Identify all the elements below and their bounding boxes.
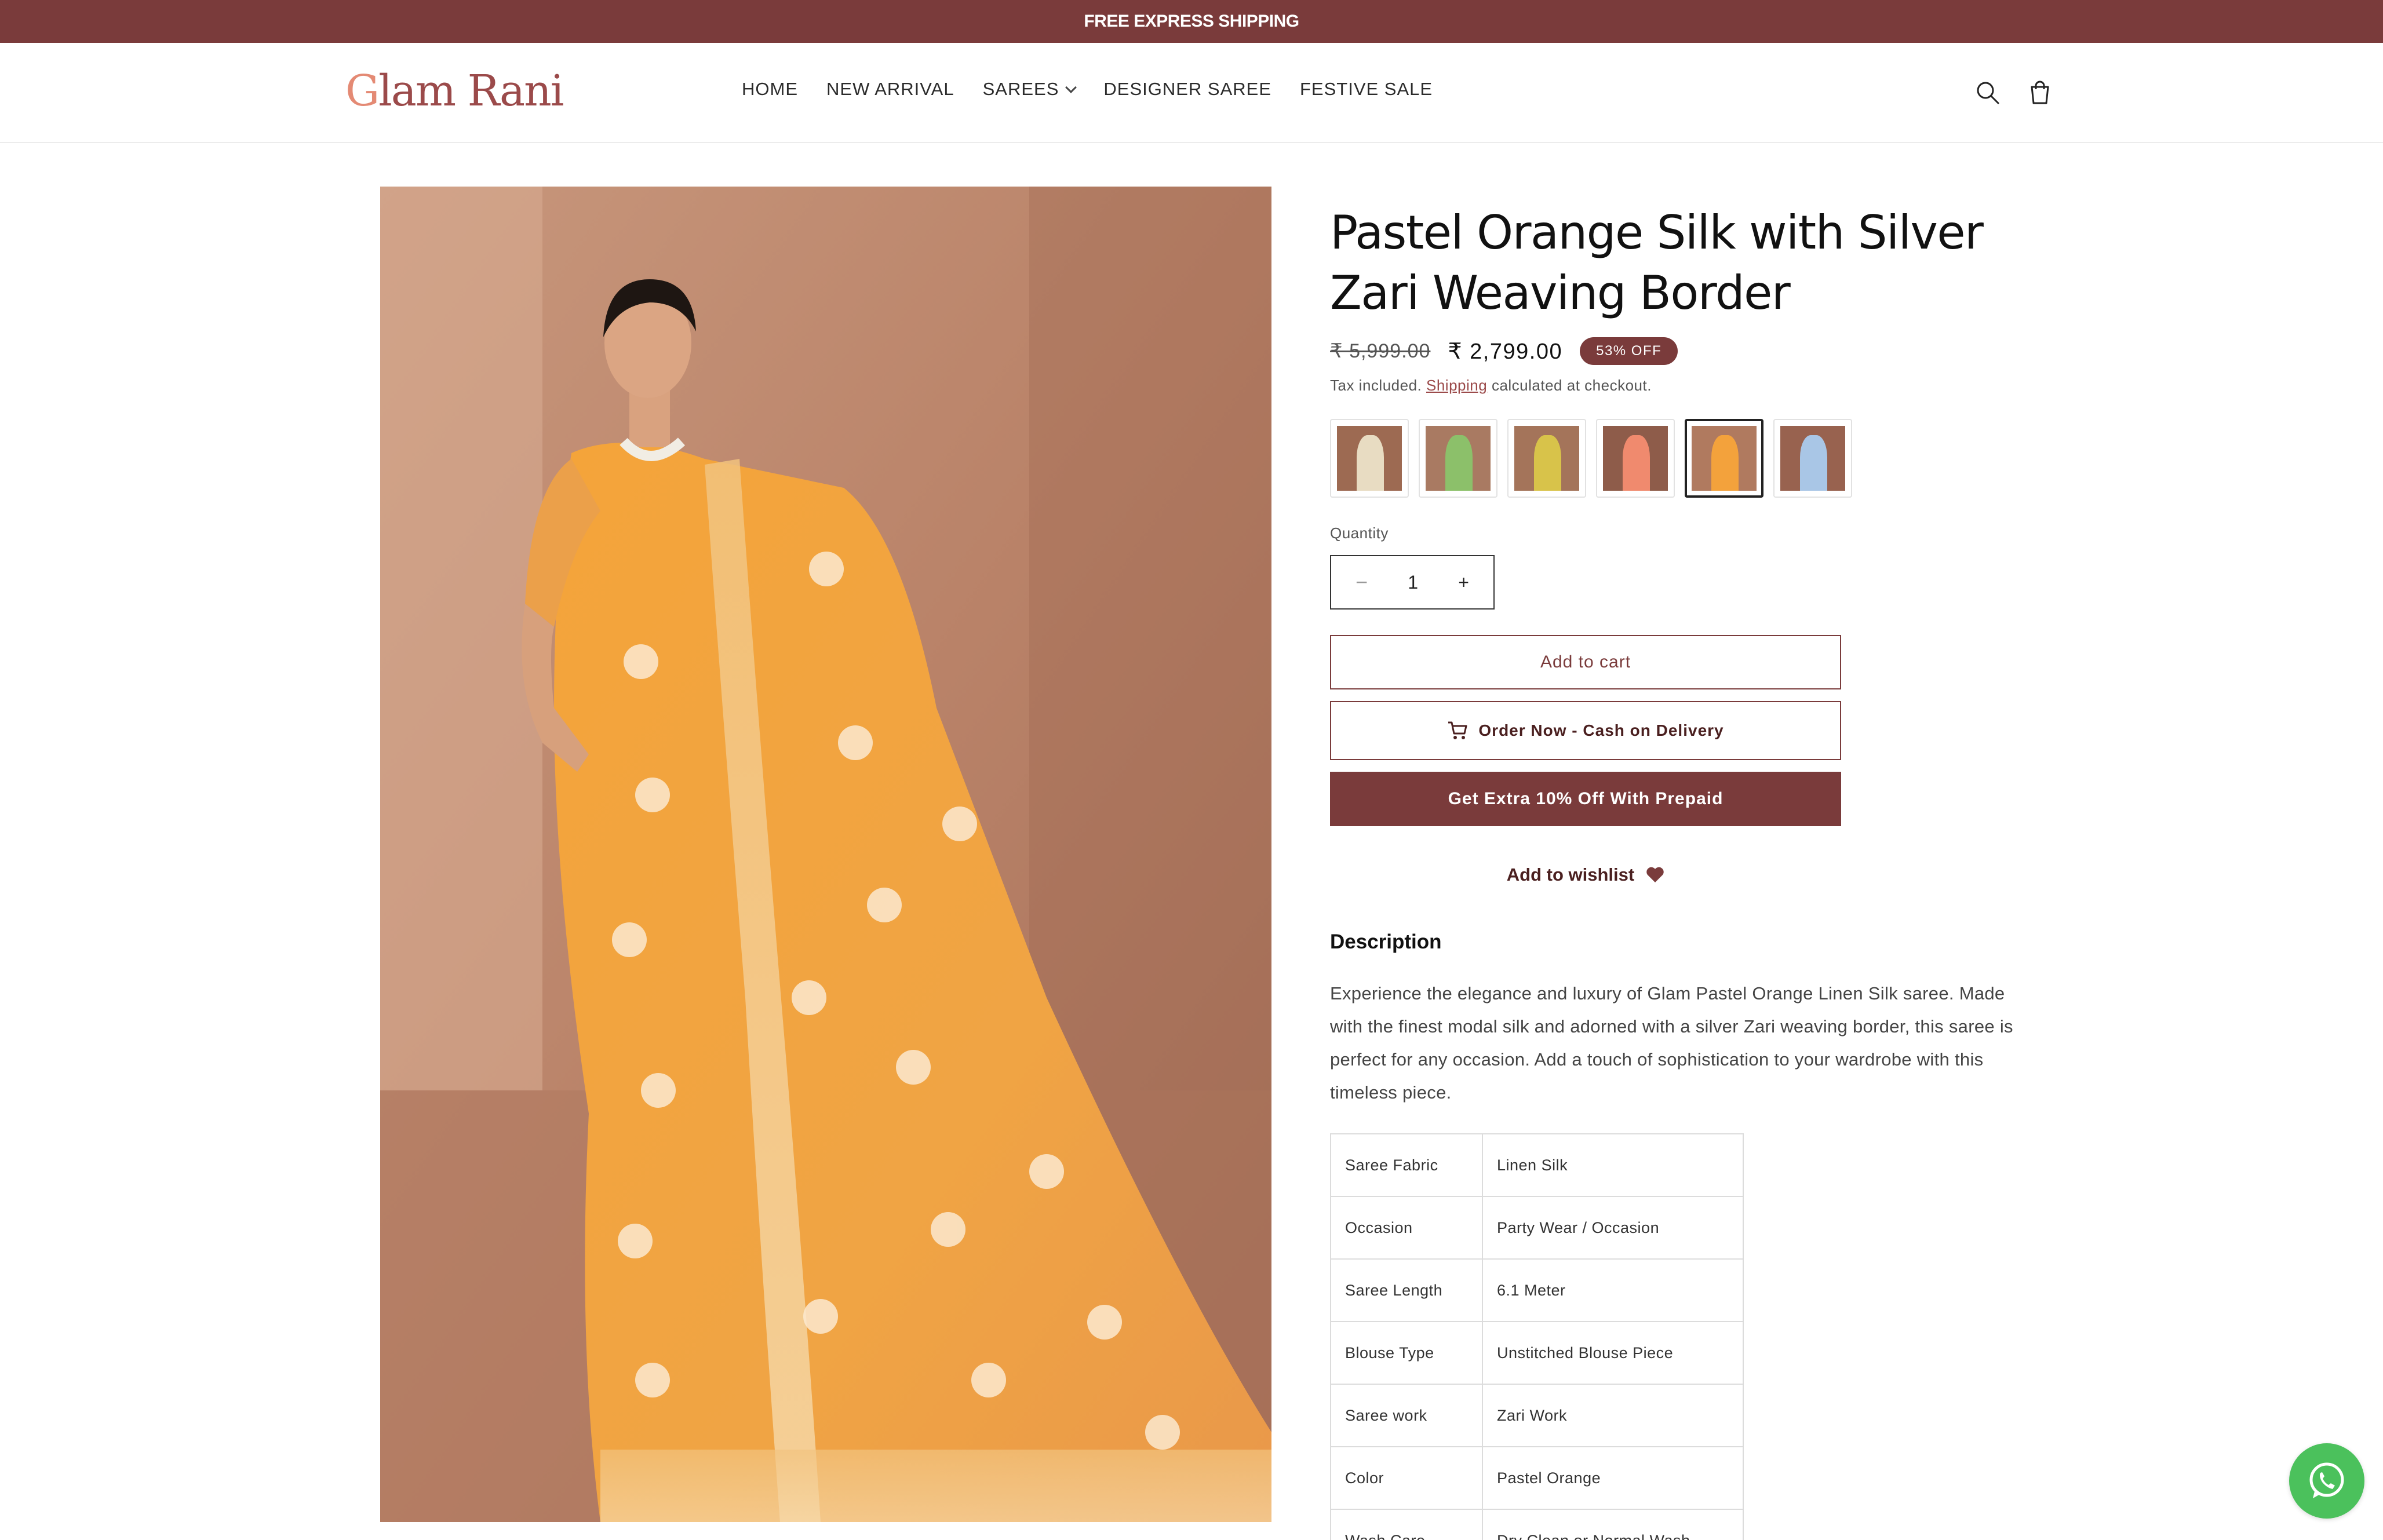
product-info: Pastel Orange Silk with Silver Zari Weav…: [1330, 187, 2025, 1540]
price-sale: ₹ 2,799.00: [1448, 339, 1563, 364]
nav-item-sarees-label: SAREES: [982, 79, 1059, 99]
spec-key: Wash Care: [1330, 1509, 1483, 1540]
nav-item-new-arrival[interactable]: NEW ARRIVAL: [826, 79, 954, 100]
nav-item-home[interactable]: HOME: [742, 79, 798, 100]
announcement-bar: FREE EXPRESS SHIPPING: [0, 0, 2383, 43]
cart-icon: [1448, 721, 1467, 739]
saree-photo: [380, 187, 1271, 1522]
spec-key: Saree work: [1330, 1384, 1483, 1447]
nav-item-festive-sale[interactable]: FESTIVE SALE: [1300, 79, 1433, 100]
order-cod-button[interactable]: Order Now - Cash on Delivery: [1330, 701, 1841, 760]
quantity-label: Quantity: [1330, 524, 1389, 542]
shipping-link[interactable]: Shipping: [1426, 377, 1487, 394]
nav-item-sarees[interactable]: SAREES: [982, 79, 1077, 100]
swatch-green[interactable]: [1419, 419, 1497, 498]
table-row: Saree Fabric Linen Silk: [1330, 1133, 1744, 1197]
swatch-sky-blue[interactable]: [1773, 419, 1852, 498]
cart-icon[interactable]: [2027, 79, 2053, 105]
spec-value: Dry Clean or Normal Wash: [1482, 1509, 1744, 1540]
description-heading: Description: [1330, 930, 1442, 953]
prepaid-offer-label: Get Extra 10% Off With Prepaid: [1448, 789, 1724, 808]
order-cod-label: Order Now - Cash on Delivery: [1478, 721, 1724, 739]
product-title: Pastel Orange Silk with Silver Zari Weav…: [1330, 206, 1984, 320]
price-row: ₹ 5,999.00 ₹ 2,799.00 53% OFF: [1330, 337, 2025, 365]
quantity-increase-button[interactable]: +: [1458, 572, 1469, 593]
color-swatches: [1330, 419, 2025, 498]
add-to-cart-label: Add to cart: [1540, 652, 1631, 672]
swatch-ivory[interactable]: [1330, 419, 1409, 498]
quantity-stepper: − 1 +: [1330, 555, 1495, 610]
spec-key: Saree Length: [1330, 1258, 1483, 1322]
swatch-peach[interactable]: [1596, 419, 1675, 498]
site-header: Glam Rani HOME NEW ARRIVAL SAREES DESIGN…: [0, 43, 2383, 143]
add-to-cart-button[interactable]: Add to cart: [1330, 635, 1841, 689]
whatsapp-icon: [2309, 1462, 2344, 1498]
spec-key: Saree Fabric: [1330, 1133, 1483, 1197]
table-row: Saree work Zari Work: [1330, 1384, 1744, 1447]
spec-value: Party Wear / Occasion: [1482, 1196, 1744, 1260]
table-row: Wash CareDry Clean or Normal Wash: [1330, 1509, 1744, 1540]
spec-key: Blouse Type: [1330, 1321, 1483, 1385]
brand-logo[interactable]: Glam Rani: [345, 66, 564, 116]
logo-text: lam Rani: [378, 66, 564, 116]
swatch-mustard[interactable]: [1507, 419, 1586, 498]
table-row: Blouse Type Unstitched Blouse Piece: [1330, 1321, 1744, 1385]
spec-value: 6.1 Meter: [1482, 1258, 1744, 1322]
table-row: Saree Length 6.1 Meter: [1330, 1258, 1744, 1322]
wishlist-label: Add to wishlist: [1506, 864, 1635, 885]
description-text: Experience the elegance and luxury of Gl…: [1330, 983, 2013, 1103]
add-to-wishlist-button[interactable]: Add to wishlist: [1330, 864, 1841, 885]
tax-prefix: Tax included.: [1330, 377, 1422, 394]
spec-value: Pastel Orange: [1482, 1446, 1744, 1510]
spec-value: Unstitched Blouse Piece: [1482, 1321, 1744, 1385]
prepaid-offer-button[interactable]: Get Extra 10% Off With Prepaid: [1330, 772, 1841, 826]
spec-value: Zari Work: [1482, 1384, 1744, 1447]
swatch-orange-selected[interactable]: [1685, 419, 1763, 498]
main-nav: HOME NEW ARRIVAL SAREES DESIGNER SAREE F…: [742, 79, 1433, 100]
table-row: Color Pastel Orange: [1330, 1446, 1744, 1510]
whatsapp-chat-button[interactable]: [2289, 1443, 2364, 1519]
tax-suffix: calculated at checkout.: [1491, 377, 1652, 394]
spec-value: Linen Silk: [1482, 1133, 1744, 1197]
logo-initial: G: [345, 66, 380, 116]
table-row: Occasion Party Wear / Occasion: [1330, 1196, 1744, 1260]
nav-item-designer-saree[interactable]: DESIGNER SAREE: [1103, 79, 1271, 100]
discount-badge: 53% OFF: [1580, 337, 1678, 365]
chevron-down-icon: [1065, 82, 1077, 93]
quantity-input[interactable]: 1: [1408, 572, 1418, 593]
announcement-text: FREE EXPRESS SHIPPING: [1084, 12, 1299, 31]
spec-key: Occasion: [1330, 1196, 1483, 1260]
spec-key: Color: [1330, 1446, 1483, 1510]
product-image[interactable]: [380, 187, 1271, 1522]
search-icon[interactable]: [1975, 80, 2001, 105]
quantity-decrease-button[interactable]: −: [1356, 570, 1368, 594]
specs-table: Saree Fabric Linen Silk Occasion Party Wea…: [1330, 1133, 1744, 1540]
tax-note: Tax included. Shipping calculated at che…: [1330, 377, 2025, 395]
heart-icon: [1646, 867, 1664, 882]
price-original: ₹ 5,999.00: [1330, 340, 1431, 362]
